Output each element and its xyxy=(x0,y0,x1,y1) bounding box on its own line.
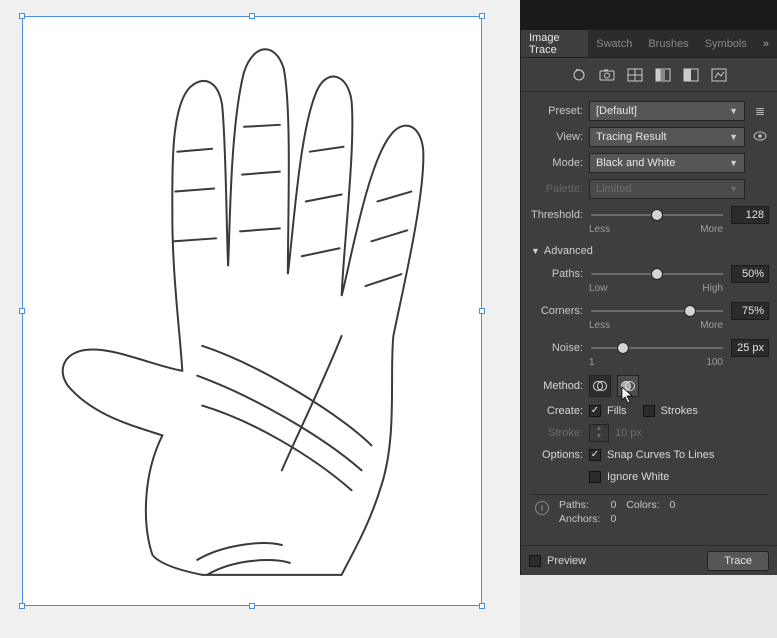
camera-icon[interactable] xyxy=(598,67,616,83)
tab-image-trace[interactable]: Image Trace xyxy=(521,30,588,57)
stroke-spinner: ▲▼ xyxy=(589,424,609,442)
image-trace-panel: Image Trace Swatch Brushes Symbols » Pre… xyxy=(520,30,777,575)
method-abutting-button[interactable] xyxy=(589,375,611,397)
noise-slider[interactable] xyxy=(591,347,723,349)
info-readout: Paths: 0 Colors: 0 Anchors: 0 xyxy=(559,499,675,525)
noise-high: 100 xyxy=(706,357,723,368)
info-paths-label: Paths: xyxy=(559,499,600,511)
paths-low: Low xyxy=(589,283,607,294)
palette-select: Limited ▼ xyxy=(589,179,745,199)
bbox-handle-sw[interactable] xyxy=(19,603,25,609)
view-select[interactable]: Tracing Result ▼ xyxy=(589,127,745,147)
ignore-white-checkbox[interactable] xyxy=(589,471,601,483)
threshold-low: Less xyxy=(589,224,610,235)
paths-slider[interactable] xyxy=(591,273,723,275)
noise-slider-thumb[interactable] xyxy=(617,342,629,354)
corners-slider[interactable] xyxy=(591,310,723,312)
palette-value: Limited xyxy=(596,183,631,195)
panel-tabs-overflow[interactable]: » xyxy=(755,38,777,50)
threshold-value[interactable]: 128 xyxy=(731,206,769,224)
placed-image-bbox[interactable] xyxy=(22,16,482,606)
chevron-down-icon: ▼ xyxy=(729,106,738,116)
panel-dock-strip xyxy=(520,0,777,30)
mode-label: Mode: xyxy=(529,157,583,169)
snap-checkbox-label: Snap Curves To Lines xyxy=(607,449,714,461)
auto-color-icon[interactable] xyxy=(570,67,588,83)
preview-checkbox[interactable] xyxy=(529,555,541,567)
paths-high: High xyxy=(702,283,723,294)
paths-value[interactable]: 50% xyxy=(731,265,769,283)
outline-icon[interactable] xyxy=(710,67,728,83)
bbox-handle-se[interactable] xyxy=(479,603,485,609)
corners-high: More xyxy=(700,320,723,331)
canvas-area[interactable] xyxy=(0,0,520,638)
method-overlapping-button[interactable] xyxy=(617,375,639,397)
preset-menu-icon[interactable]: ≣ xyxy=(751,104,769,118)
fills-checkbox[interactable] xyxy=(589,405,601,417)
bbox-handle-e[interactable] xyxy=(479,308,485,314)
chevron-down-icon: ▼ xyxy=(729,132,738,142)
chevron-down-icon: ▼ xyxy=(729,184,738,194)
fills-checkbox-label: Fills xyxy=(607,405,627,417)
bbox-handle-n[interactable] xyxy=(249,13,255,19)
method-label: Method: xyxy=(529,380,583,392)
bbox-handle-s[interactable] xyxy=(249,603,255,609)
info-anchors-label: Anchors: xyxy=(559,513,600,525)
tab-swatches[interactable]: Swatch xyxy=(588,30,640,57)
advanced-toggle[interactable]: ▼ Advanced xyxy=(529,239,769,261)
tab-brushes[interactable]: Brushes xyxy=(640,30,696,57)
ignore-white-checkbox-label: Ignore White xyxy=(607,471,669,483)
preview-checkbox-label: Preview xyxy=(547,555,586,567)
mode-select[interactable]: Black and White ▼ xyxy=(589,153,745,173)
view-value: Tracing Result xyxy=(596,131,667,143)
paths-label: Paths: xyxy=(529,268,583,280)
panel-tabs: Image Trace Swatch Brushes Symbols » xyxy=(521,30,777,58)
create-label: Create: xyxy=(529,405,583,417)
info-anchors-value: 0 xyxy=(610,513,616,525)
chevron-down-icon: ▼ xyxy=(729,158,738,168)
corners-value[interactable]: 75% xyxy=(731,302,769,320)
view-label: View: xyxy=(529,131,583,143)
info-colors-label: Colors: xyxy=(626,499,659,511)
grayscale-icon[interactable] xyxy=(654,67,672,83)
trace-button[interactable]: Trace xyxy=(707,551,769,571)
view-eye-icon[interactable] xyxy=(751,130,769,144)
corners-label: Corners: xyxy=(529,305,583,317)
stroke-label: Stroke: xyxy=(529,427,583,439)
preset-select[interactable]: [Default] ▼ xyxy=(589,101,745,121)
strokes-checkbox[interactable] xyxy=(643,405,655,417)
preset-value: [Default] xyxy=(596,105,637,117)
disclosure-triangle-icon: ▼ xyxy=(531,246,540,256)
hand-sketch xyxy=(23,17,481,605)
noise-low: 1 xyxy=(589,357,595,368)
preset-label: Preset: xyxy=(529,105,583,117)
snap-checkbox[interactable] xyxy=(589,449,601,461)
threshold-slider[interactable] xyxy=(591,214,723,216)
palette-label: Palette: xyxy=(529,183,583,195)
info-paths-value: 0 xyxy=(610,499,616,511)
options-label: Options: xyxy=(529,449,583,461)
bbox-handle-ne[interactable] xyxy=(479,13,485,19)
corners-slider-thumb[interactable] xyxy=(684,305,696,317)
info-icon: i xyxy=(535,501,549,515)
bbox-handle-w[interactable] xyxy=(19,308,25,314)
bw-icon[interactable] xyxy=(682,67,700,83)
noise-label: Noise: xyxy=(529,342,583,354)
info-colors-value: 0 xyxy=(670,499,676,511)
threshold-label: Threshold: xyxy=(529,209,583,221)
threshold-high: More xyxy=(700,224,723,235)
threshold-slider-thumb[interactable] xyxy=(651,209,663,221)
noise-value[interactable]: 25 px xyxy=(731,339,769,357)
grid-icon[interactable] xyxy=(626,67,644,83)
strokes-checkbox-label: Strokes xyxy=(661,405,698,417)
mode-value: Black and White xyxy=(596,157,675,169)
corners-low: Less xyxy=(589,320,610,331)
trace-preset-icons xyxy=(521,58,777,92)
stroke-value: 10 px xyxy=(615,427,642,439)
advanced-label: Advanced xyxy=(544,245,593,257)
paths-slider-thumb[interactable] xyxy=(651,268,663,280)
tab-symbols[interactable]: Symbols xyxy=(697,30,755,57)
bbox-handle-nw[interactable] xyxy=(19,13,25,19)
